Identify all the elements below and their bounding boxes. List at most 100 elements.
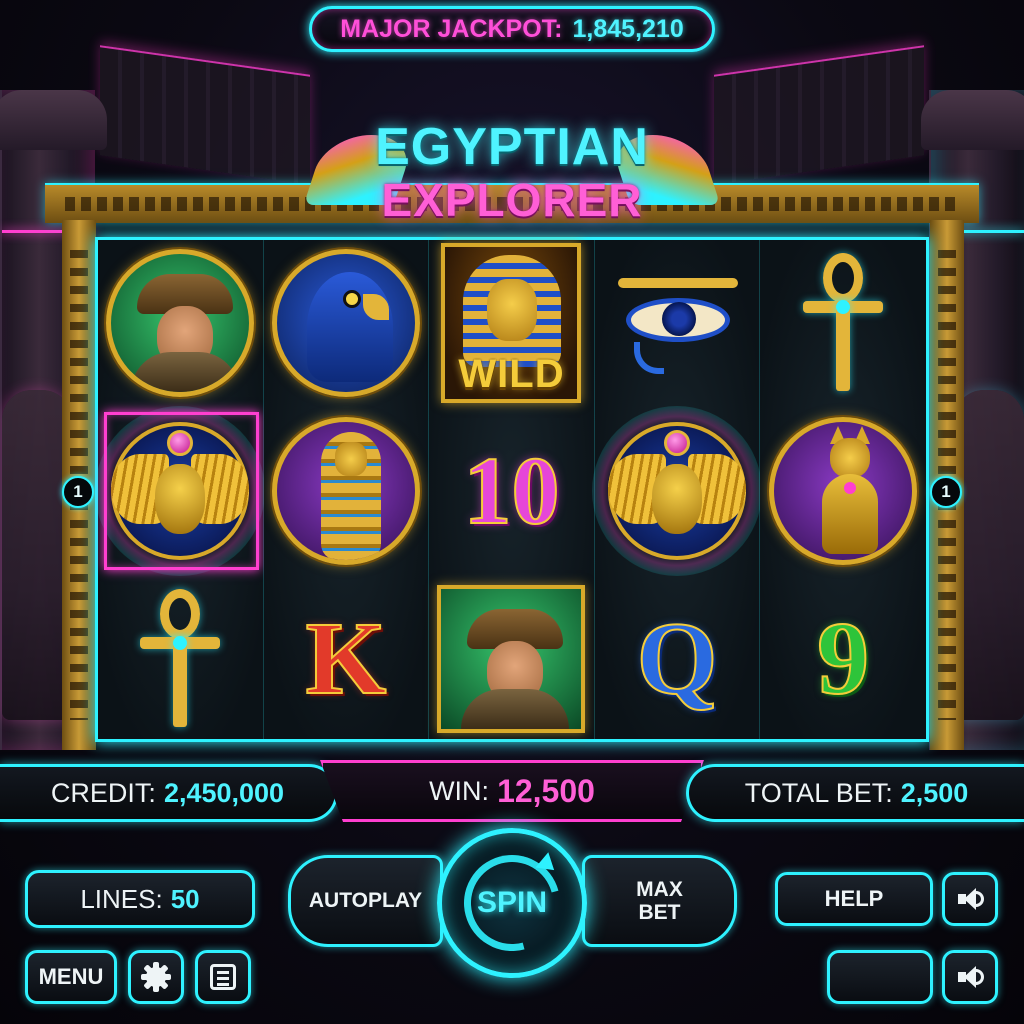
- explorer-symbol-icon: [106, 249, 255, 397]
- list-line: [217, 977, 229, 980]
- volume-button[interactable]: [942, 950, 998, 1004]
- slot-game-screen: MAJOR JACKPOT: 1,845,210 EGYPTIAN EXPLOR…: [0, 0, 1024, 1024]
- payline-marker-left[interactable]: 1: [62, 476, 94, 508]
- symbol-cell: K: [264, 576, 429, 742]
- gear-icon: [141, 962, 171, 992]
- symbol-cell: [760, 408, 926, 574]
- sarcophagus-face: [334, 442, 367, 476]
- paytable-icon: [210, 964, 236, 990]
- k-card-symbol: K: [304, 601, 387, 716]
- list-line: [217, 983, 229, 986]
- eye-tail: [634, 342, 665, 374]
- menu-button[interactable]: MENU: [25, 950, 117, 1004]
- bastet-cat-symbol-icon: [769, 417, 918, 565]
- spin-label: SPIN: [476, 886, 548, 919]
- credit-display: CREDIT: 2,450,000: [0, 764, 338, 822]
- autoplay-button[interactable]: AUTOPLAY: [288, 855, 443, 947]
- game-title-line-2: EXPLORER: [381, 174, 643, 226]
- game-logo: EGYPTIAN EXPLORER: [303, 115, 721, 226]
- win-value: 12,500: [497, 772, 595, 809]
- symbol-cell: [595, 240, 760, 406]
- ankh-loop: [160, 589, 201, 639]
- speaker-wave: [974, 969, 984, 985]
- egyptian-statue-right: [954, 390, 1024, 720]
- symbol-cell: [429, 576, 594, 742]
- ten-card-symbol: 10: [462, 437, 560, 544]
- list-line: [217, 971, 229, 974]
- explorer-body: [461, 689, 570, 729]
- hieroglyph-wall-left: [100, 45, 310, 185]
- game-title-line-1: EGYPTIAN: [375, 118, 649, 176]
- settings-button[interactable]: [128, 950, 184, 1004]
- ankh-symbol-icon: [140, 589, 221, 729]
- sound-toggle-button[interactable]: [942, 872, 998, 926]
- explorer-body: [131, 352, 240, 392]
- reel-grid: K WILD 10 Q 9: [95, 237, 929, 742]
- symbol-cell: [95, 406, 266, 576]
- falcon-eye: [342, 290, 361, 308]
- symbol-cell: [760, 240, 926, 406]
- cat-figure: [818, 426, 882, 556]
- hieroglyph-wall-right: [714, 45, 924, 185]
- horus-falcon-symbol-icon: [271, 249, 420, 397]
- symbol-cell: 9: [760, 576, 926, 742]
- nine-card-symbol: 9: [816, 601, 870, 716]
- max-bet-label-line-1: MAX: [636, 877, 683, 901]
- ankh-stem: [836, 301, 851, 391]
- q-card-symbol: Q: [636, 601, 719, 716]
- win-label: WIN:: [429, 775, 490, 806]
- pillar-capital: [0, 90, 107, 150]
- symbol-cell: [98, 576, 263, 742]
- symbol-cell: [264, 408, 429, 574]
- max-bet-button[interactable]: MAX BET: [582, 855, 737, 947]
- symbol-cell: WILD: [429, 240, 594, 406]
- pharaoh-face: [487, 279, 538, 341]
- explorer-symbol-icon: [437, 585, 586, 733]
- ankh-stem: [173, 637, 188, 727]
- lines-value: 50: [170, 883, 200, 914]
- reel-4: Q: [592, 240, 763, 742]
- eye-of-horus-symbol-icon: [612, 268, 742, 378]
- symbol-cell: [98, 240, 263, 406]
- payline-marker-right[interactable]: 1: [930, 476, 962, 508]
- jackpot-display: MAJOR JACKPOT: 1,845,210: [309, 6, 715, 52]
- wild-label: WILD: [458, 352, 565, 396]
- pillar-capital: [921, 90, 1024, 150]
- speaker-wave: [974, 891, 984, 907]
- paytable-button[interactable]: [195, 950, 251, 1004]
- reel-1: [95, 240, 266, 742]
- total-bet-label: TOTAL BET:: [744, 777, 893, 808]
- total-bet-display: TOTAL BET: 2,500: [686, 764, 1024, 822]
- total-bet-value: 2,500: [900, 777, 969, 808]
- symbol-cell: 10: [429, 408, 594, 574]
- pharaoh-sarcophagus-symbol-icon: [271, 417, 420, 565]
- gear-ring: [146, 967, 166, 987]
- jackpot-value: 1,845,210: [572, 14, 684, 43]
- speaker-icon: [956, 887, 984, 911]
- symbol-cell: [592, 406, 763, 576]
- symbol-cell: [264, 240, 429, 406]
- credit-label: CREDIT:: [50, 777, 156, 808]
- ankh-symbol-icon: [803, 253, 884, 393]
- spin-button[interactable]: SPIN: [437, 828, 587, 978]
- max-bet-label-line-2: BET: [638, 901, 681, 924]
- credit-value: 2,450,000: [163, 777, 285, 808]
- pharaoh-wild-symbol-icon: WILD: [441, 243, 582, 403]
- sarcophagus: [320, 432, 381, 560]
- win-display: WIN: 12,500: [320, 760, 704, 822]
- lines-selector[interactable]: LINES: 50: [25, 870, 255, 928]
- help-button[interactable]: HELP: [775, 872, 933, 926]
- falcon-head: [306, 272, 393, 382]
- eye-brow: [618, 278, 739, 288]
- eye-iris: [662, 302, 697, 336]
- reel-3: WILD 10: [429, 240, 595, 739]
- scarab-symbol-icon: [592, 406, 763, 576]
- ankh-loop: [823, 253, 864, 303]
- scarab-gem: [664, 430, 691, 456]
- blank-button[interactable]: [827, 950, 933, 1004]
- lines-label: LINES:: [80, 883, 163, 914]
- winning-symbol-highlight: [104, 412, 259, 570]
- jackpot-label: MAJOR JACKPOT:: [340, 14, 563, 43]
- symbol-cell: Q: [595, 576, 760, 742]
- cat-head: [830, 438, 871, 478]
